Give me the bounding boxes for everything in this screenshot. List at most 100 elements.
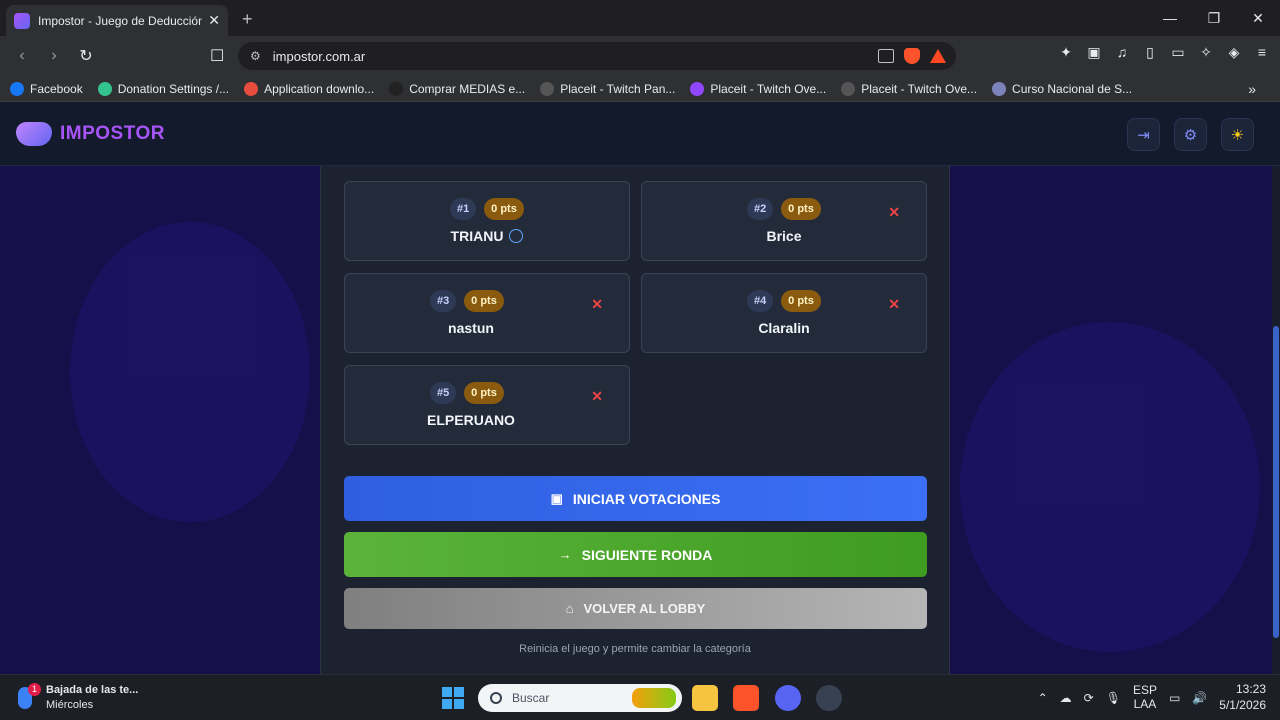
player-name: TRIANU — [450, 228, 504, 244]
url-text: impostor.com.ar — [272, 48, 366, 64]
browser-tab[interactable]: Impostor - Juego de Deducción ✕ — [6, 5, 228, 36]
page-viewport: IMPOSTOR ⇥ ⚙ ☀ #1 0 pts TRIANU #2 0 pts … — [0, 102, 1280, 674]
minimize-icon[interactable]: — — [1148, 0, 1192, 36]
application-icon — [244, 81, 259, 96]
start-voting-button[interactable]: ▣ INICIAR VOTACIONES — [344, 476, 927, 521]
player-name: Brice — [766, 228, 802, 244]
start-button[interactable] — [442, 687, 464, 709]
reload-icon[interactable]: ↻ — [72, 42, 100, 70]
menu-icon[interactable]: ≡ — [1254, 44, 1270, 60]
forward-icon[interactable]: › — [40, 42, 68, 70]
weather-title: Bajada de las te... — [46, 684, 139, 696]
home-icon: ⌂ — [565, 601, 574, 616]
bookmark-item[interactable]: Application downlo... — [244, 81, 374, 96]
app-header: IMPOSTOR ⇥ ⚙ ☀ — [0, 102, 1280, 166]
close-window-icon[interactable]: ✕ — [1236, 0, 1280, 36]
player-points: 0 pts — [464, 290, 504, 312]
back-icon[interactable]: ‹ — [8, 42, 36, 70]
obs-icon[interactable] — [816, 685, 842, 711]
language-indicator[interactable]: ESP LAA — [1133, 684, 1157, 712]
leo-icon[interactable]: ✧ — [1198, 44, 1214, 60]
search-highlight-image — [632, 688, 676, 708]
logo-text: IMPOSTOR — [60, 122, 165, 144]
scrollbar-thumb[interactable] — [1273, 326, 1279, 638]
thermometer-icon: 1 — [18, 683, 41, 709]
player-card: #3 0 pts ✕ nastun — [344, 273, 630, 353]
background-mask-decoration — [960, 322, 1260, 652]
tab-title: Impostor - Juego de Deducción — [38, 13, 203, 28]
wallet-icon[interactable]: ▭ — [1170, 44, 1186, 60]
player-points: 0 pts — [484, 198, 524, 220]
sync-icon[interactable]: ⟳ — [1084, 691, 1094, 705]
theme-toggle-button[interactable]: ☀ — [1221, 118, 1254, 151]
browser-tabbar: Impostor - Juego de Deducción ✕ + — ❐ ✕ — [0, 0, 1280, 36]
player-points: 0 pts — [464, 382, 504, 404]
search-icon — [490, 692, 502, 704]
window-controls: — ❐ ✕ — [1148, 0, 1280, 36]
bookmark-item[interactable]: Comprar MEDIAS e... — [389, 81, 525, 96]
address-bar[interactable]: ⚙ impostor.com.ar — [238, 42, 956, 70]
ballot-icon: ▣ — [550, 490, 563, 506]
bookmark-item[interactable]: Placeit - Twitch Pan... — [540, 81, 675, 96]
site-settings-icon[interactable]: ⚙ — [250, 49, 261, 63]
logout-button[interactable]: ⇥ — [1127, 118, 1160, 151]
bookmark-item[interactable]: Curso Nacional de S... — [992, 81, 1132, 96]
placeit-icon — [690, 81, 705, 96]
close-tab-icon[interactable]: ✕ — [208, 12, 220, 29]
browser-toolbar: ‹ › ↻ ☐ ⚙ impostor.com.ar ✦ ▣ ♫ ▯ ▭ ✧ ◈ … — [0, 36, 1280, 76]
shop-icon — [389, 81, 404, 96]
brave-shields-icon[interactable] — [904, 48, 920, 64]
remove-player-icon[interactable]: ✕ — [591, 388, 603, 405]
restore-icon[interactable]: ❐ — [1192, 0, 1236, 36]
remove-player-icon[interactable]: ✕ — [591, 296, 603, 313]
player-card: #2 0 pts ✕ Brice — [641, 181, 927, 261]
player-name: nastun — [448, 320, 494, 336]
cloud-icon[interactable]: ☁ — [1060, 691, 1072, 705]
screenshot-icon[interactable]: ▣ — [1086, 44, 1102, 60]
bookmark-item[interactable]: Facebook — [10, 81, 83, 96]
lobby-hint: Reinicia el juego y permite cambiar la c… — [519, 643, 751, 655]
brave-browser-icon[interactable] — [733, 685, 759, 711]
network-icon[interactable]: ▭ — [1169, 691, 1180, 705]
player-rank: #2 — [747, 198, 774, 220]
theater-masks-icon — [16, 121, 52, 146]
new-tab-icon[interactable]: + — [242, 9, 253, 30]
media-icon[interactable]: ♫ — [1114, 44, 1130, 60]
app-logo[interactable]: IMPOSTOR — [16, 121, 165, 146]
windows-taskbar: 1 Bajada de las te... Miércoles Buscar ⌃… — [0, 674, 1280, 720]
extensions-icon[interactable]: ✦ — [1058, 44, 1074, 60]
player-name-row: TRIANU — [345, 228, 629, 244]
more-bookmarks-icon[interactable]: » — [1248, 81, 1256, 97]
vpn-icon[interactable]: ◈ — [1226, 44, 1242, 60]
remove-player-icon[interactable]: ✕ — [888, 296, 900, 313]
facebook-icon — [10, 81, 24, 96]
settings-button[interactable]: ⚙ — [1174, 118, 1207, 151]
discord-icon[interactable] — [775, 685, 801, 711]
player-card: #5 0 pts ✕ ELPERUANO — [344, 365, 630, 445]
search-placeholder: Buscar — [512, 691, 550, 705]
back-to-lobby-button[interactable]: ⌂ VOLVER AL LOBBY — [344, 588, 927, 629]
bookmark-item[interactable]: Placeit - Twitch Ove... — [690, 81, 826, 96]
weather-widget[interactable]: 1 Bajada de las te... Miércoles — [18, 683, 138, 713]
chevron-up-icon[interactable]: ⌃ — [1038, 691, 1048, 705]
share-icon[interactable] — [878, 49, 894, 63]
remove-player-icon[interactable]: ✕ — [888, 204, 900, 221]
placeit-icon — [841, 81, 856, 96]
microphone-icon[interactable]: 🎙 — [1106, 691, 1121, 705]
game-panel: #1 0 pts TRIANU #2 0 pts ✕ Brice #3 0 pt… — [320, 166, 950, 674]
bookmark-item[interactable]: Placeit - Twitch Ove... — [841, 81, 977, 96]
file-explorer-icon[interactable] — [692, 685, 718, 711]
next-round-button[interactable]: → SIGUIENTE RONDA — [344, 532, 927, 577]
player-points: 0 pts — [781, 198, 821, 220]
taskbar-search[interactable]: Buscar — [478, 684, 682, 712]
volume-icon[interactable]: 🔊 — [1192, 691, 1207, 705]
brave-rewards-icon[interactable] — [930, 49, 946, 63]
bookmark-icon[interactable]: ☐ — [210, 46, 224, 66]
course-icon — [992, 81, 1007, 96]
player-name: ELPERUANO — [427, 412, 515, 428]
sidebar-icon[interactable]: ▯ — [1142, 44, 1158, 60]
bookmark-item[interactable]: Donation Settings /... — [97, 81, 229, 96]
donation-icon — [97, 81, 112, 96]
clock[interactable]: 13:23 5/1/2026 — [1219, 682, 1266, 714]
placeit-icon — [540, 81, 555, 96]
